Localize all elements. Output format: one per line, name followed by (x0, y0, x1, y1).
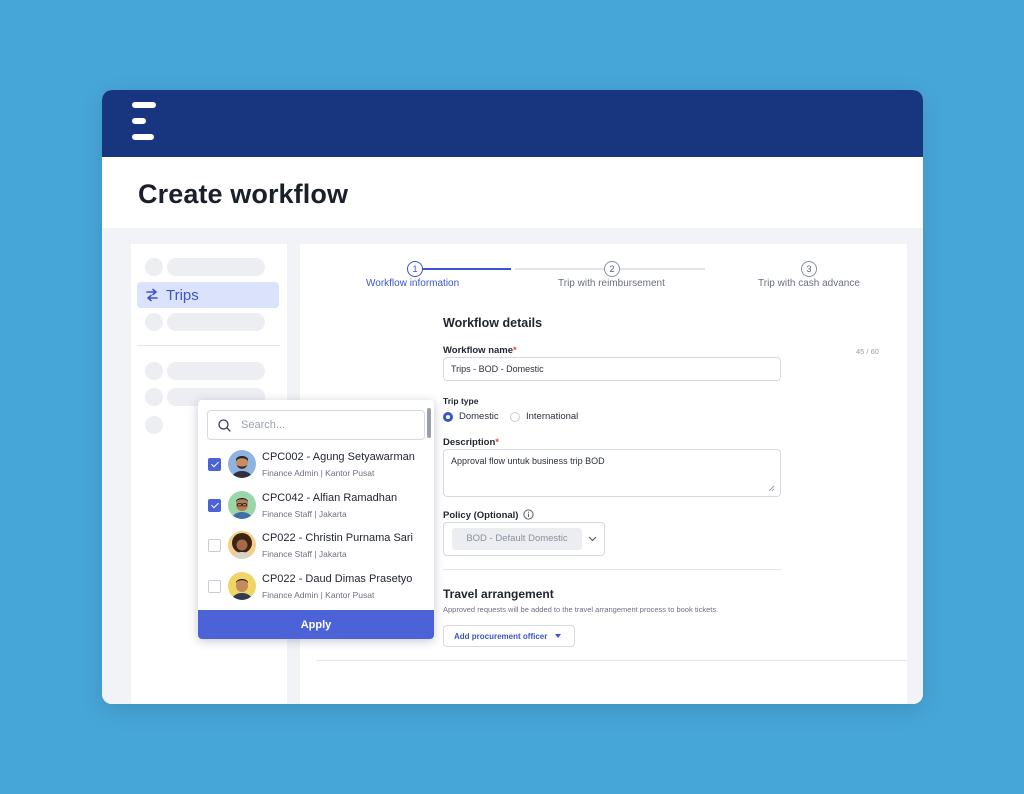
step-3-indicator[interactable]: 3 (801, 261, 817, 277)
person-meta: Finance Staff | Jakarta (262, 549, 347, 559)
sidebar-item-label: Trips (166, 286, 199, 304)
checkbox[interactable] (208, 580, 221, 593)
apply-button[interactable]: Apply (198, 610, 434, 639)
avatar (228, 531, 256, 559)
description-label: Description* (443, 437, 499, 448)
menu-logo-icon[interactable] (132, 102, 158, 140)
checkbox[interactable] (208, 499, 221, 512)
person-name: CPC002 - Agung Setyawarman (262, 451, 415, 463)
list-item[interactable]: CPC042 - Alfian Ramadhan Finance Staff |… (198, 485, 434, 525)
trip-type-label: Trip type (443, 396, 479, 406)
step-2-label[interactable]: Trip with reimbursement (558, 278, 665, 289)
sidebar-divider (137, 345, 280, 346)
person-meta: Finance Admin | Kantor Pusat (262, 468, 375, 478)
person-meta: Finance Staff | Jakarta (262, 509, 347, 519)
travel-arrangement-title: Travel arrangement (443, 587, 554, 601)
policy-label: Policy (Optional) (443, 510, 519, 521)
assignee-dropdown: CPC002 - Agung Setyawarman Finance Admin… (198, 400, 434, 639)
sidebar-placeholder-item (167, 258, 265, 276)
travel-arrangement-description: Approved requests will be added to the t… (443, 605, 719, 614)
radio-international-label: International (526, 411, 579, 422)
description-textarea[interactable]: Approval flow untuk business trip BOD (443, 449, 781, 497)
info-icon[interactable] (523, 509, 534, 520)
person-name: CP022 - Christin Purnama Sari (262, 532, 414, 544)
add-procurement-officer-label: Add procurement officer (454, 631, 548, 641)
list-item[interactable]: CP022 - Daud Dimas Prasetyo Finance Admi… (198, 566, 434, 606)
search-icon (218, 418, 231, 432)
sidebar-placeholder-item (167, 362, 265, 380)
list-item[interactable]: CP022 - Christin Purnama Sari Finance St… (198, 525, 434, 565)
radio-international[interactable]: International (510, 411, 578, 422)
workflow-name-label: Workflow name* (443, 345, 517, 356)
footer-divider (316, 660, 907, 661)
person-meta: Finance Admin | Kantor Pusat (262, 590, 375, 600)
radio-international-control[interactable] (510, 411, 520, 422)
sidebar-placeholder-icon (145, 388, 163, 406)
checkbox[interactable] (208, 539, 221, 552)
sidebar-placeholder-icon (145, 416, 163, 434)
avatar (228, 450, 256, 478)
sidebar-placeholder-icon (145, 313, 163, 331)
workflow-details-title: Workflow details (443, 316, 543, 330)
section-divider (443, 569, 781, 570)
step-2-indicator[interactable]: 2 (604, 261, 620, 277)
page-title: Create workflow (138, 179, 349, 209)
sidebar-placeholder-item (167, 313, 265, 331)
character-counter: 45 / 60 (856, 347, 879, 356)
resize-handle-icon[interactable] (767, 484, 775, 492)
sidebar-placeholder-icon (145, 362, 163, 380)
policy-select[interactable]: BOD - Default Domestic (443, 522, 605, 556)
stepper-progress-line (421, 268, 511, 270)
avatar (228, 572, 256, 600)
caret-down-icon (555, 634, 562, 638)
swap-arrows-icon (146, 288, 158, 302)
radio-domestic-control[interactable] (443, 411, 453, 422)
step-3-label[interactable]: Trip with cash advance (758, 278, 860, 289)
top-navbar (102, 90, 923, 157)
policy-selected-chip: BOD - Default Domestic (452, 528, 582, 550)
sidebar-item-trips[interactable]: Trips (137, 282, 279, 308)
dropdown-scrollbar[interactable] (427, 408, 431, 438)
sidebar-placeholder-icon (145, 258, 163, 276)
person-name: CPC042 - Alfian Ramadhan (262, 492, 398, 504)
search-box[interactable] (207, 410, 425, 440)
avatar (228, 491, 256, 519)
search-input[interactable] (239, 418, 413, 432)
step-1-label[interactable]: Workflow information (366, 278, 459, 289)
add-procurement-officer-button[interactable]: Add procurement officer (443, 625, 575, 647)
radio-domestic-label: Domestic (459, 411, 499, 422)
workflow-name-input[interactable]: Trips - BOD - Domestic (443, 357, 781, 381)
person-name: CP022 - Daud Dimas Prasetyo (262, 573, 413, 585)
chevron-down-icon (588, 536, 597, 542)
list-item[interactable]: CPC002 - Agung Setyawarman Finance Admin… (198, 444, 434, 484)
step-1-indicator[interactable]: 1 (407, 261, 423, 277)
radio-domestic[interactable]: Domestic (443, 411, 499, 422)
checkbox[interactable] (208, 458, 221, 471)
